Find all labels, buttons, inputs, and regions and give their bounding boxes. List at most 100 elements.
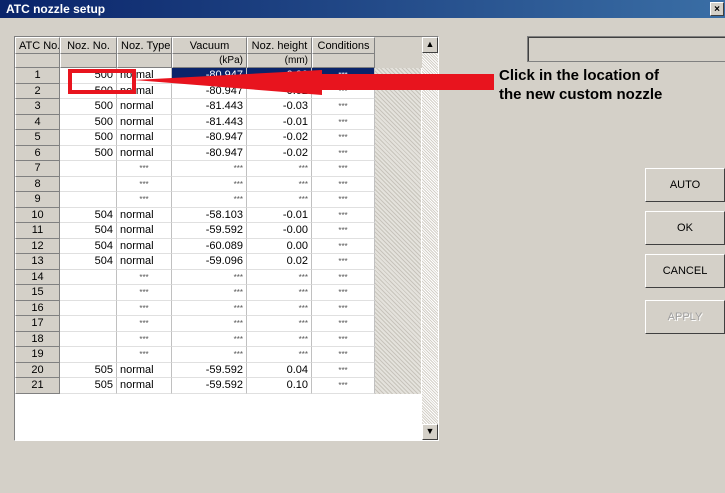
conditions-cell[interactable]: *** — [312, 83, 375, 99]
conditions-cell[interactable]: *** — [312, 223, 375, 239]
table-row[interactable]: 17 *** *** *** *** — [15, 316, 438, 332]
vacuum-cell[interactable]: *** — [172, 316, 247, 332]
table-row[interactable]: 1 500 normal -80.947 0.00 *** — [15, 68, 438, 84]
vacuum-cell[interactable]: -59.096 — [172, 254, 247, 270]
noz-no-cell[interactable]: 505 — [60, 378, 117, 394]
header-conditions[interactable]: Conditions — [312, 37, 375, 54]
noz-type-cell[interactable]: normal — [117, 254, 172, 270]
atc-no-cell[interactable]: 5 — [15, 130, 60, 146]
noz-height-cell[interactable]: 0.00 — [247, 68, 312, 84]
atc-no-cell[interactable]: 1 — [15, 68, 60, 84]
conditions-cell[interactable]: *** — [312, 362, 375, 378]
noz-height-cell[interactable]: -0.02 — [247, 145, 312, 161]
noz-type-cell[interactable]: normal — [117, 130, 172, 146]
conditions-cell[interactable]: *** — [312, 99, 375, 115]
atc-no-cell[interactable]: 11 — [15, 223, 60, 239]
atc-no-cell[interactable]: 17 — [15, 316, 60, 332]
atc-no-cell[interactable]: 4 — [15, 114, 60, 130]
table-row[interactable]: 3 500 normal -81.443 -0.03 *** — [15, 99, 438, 115]
conditions-cell[interactable]: *** — [312, 285, 375, 301]
atc-no-cell[interactable]: 2 — [15, 83, 60, 99]
noz-height-cell[interactable]: *** — [247, 300, 312, 316]
atc-no-cell[interactable]: 7 — [15, 161, 60, 177]
table-row[interactable]: 9 *** *** *** *** — [15, 192, 438, 208]
noz-no-cell[interactable] — [60, 192, 117, 208]
noz-no-cell[interactable]: 504 — [60, 223, 117, 239]
auto-button[interactable]: AUTO — [645, 168, 725, 202]
vacuum-cell[interactable]: -59.592 — [172, 362, 247, 378]
atc-no-cell[interactable]: 13 — [15, 254, 60, 270]
atc-no-cell[interactable]: 8 — [15, 176, 60, 192]
noz-no-cell[interactable]: 500 — [60, 83, 117, 99]
noz-no-cell[interactable]: 504 — [60, 207, 117, 223]
atc-no-cell[interactable]: 14 — [15, 269, 60, 285]
noz-no-cell[interactable] — [60, 285, 117, 301]
noz-height-cell[interactable]: -0.02 — [247, 83, 312, 99]
conditions-cell[interactable]: *** — [312, 254, 375, 270]
noz-no-cell[interactable]: 505 — [60, 362, 117, 378]
conditions-cell[interactable]: *** — [312, 207, 375, 223]
conditions-cell[interactable]: *** — [312, 68, 375, 84]
conditions-cell[interactable]: *** — [312, 238, 375, 254]
header-atc-no[interactable]: ATC No. — [15, 37, 60, 54]
table-row[interactable]: 21 505 normal -59.592 0.10 *** — [15, 378, 438, 394]
noz-no-cell[interactable] — [60, 347, 117, 363]
conditions-cell[interactable]: *** — [312, 130, 375, 146]
close-icon[interactable]: × — [710, 2, 724, 16]
table-row[interactable]: 10 504 normal -58.103 -0.01 *** — [15, 207, 438, 223]
vacuum-cell[interactable]: -58.103 — [172, 207, 247, 223]
table-row[interactable]: 18 *** *** *** *** — [15, 331, 438, 347]
atc-no-cell[interactable]: 19 — [15, 347, 60, 363]
table-row[interactable]: 11 504 normal -59.592 -0.00 *** — [15, 223, 438, 239]
noz-type-cell[interactable]: *** — [117, 161, 172, 177]
header-noz-height[interactable]: Noz. height — [247, 37, 312, 54]
table-row[interactable]: 19 *** *** *** *** — [15, 347, 438, 363]
noz-no-cell[interactable] — [60, 300, 117, 316]
noz-type-cell[interactable]: *** — [117, 269, 172, 285]
vacuum-cell[interactable]: -81.443 — [172, 114, 247, 130]
noz-height-cell[interactable]: 0.00 — [247, 238, 312, 254]
noz-type-cell[interactable]: normal — [117, 362, 172, 378]
noz-height-cell[interactable]: *** — [247, 176, 312, 192]
conditions-cell[interactable]: *** — [312, 316, 375, 332]
noz-type-cell[interactable]: normal — [117, 83, 172, 99]
conditions-cell[interactable]: *** — [312, 331, 375, 347]
vacuum-cell[interactable]: *** — [172, 300, 247, 316]
atc-no-cell[interactable]: 10 — [15, 207, 60, 223]
conditions-cell[interactable]: *** — [312, 300, 375, 316]
table-row[interactable]: 14 *** *** *** *** — [15, 269, 438, 285]
scroll-up-icon[interactable]: ▲ — [422, 37, 438, 53]
noz-type-cell[interactable]: normal — [117, 68, 172, 84]
conditions-cell[interactable]: *** — [312, 114, 375, 130]
table-row[interactable]: 5 500 normal -80.947 -0.02 *** — [15, 130, 438, 146]
atc-no-cell[interactable]: 15 — [15, 285, 60, 301]
table-row[interactable]: 12 504 normal -60.089 0.00 *** — [15, 238, 438, 254]
header-noz-type[interactable]: Noz. Type — [117, 37, 172, 54]
noz-type-cell[interactable]: normal — [117, 238, 172, 254]
vacuum-cell[interactable]: -60.089 — [172, 238, 247, 254]
noz-type-cell[interactable]: *** — [117, 176, 172, 192]
noz-no-cell[interactable] — [60, 331, 117, 347]
vacuum-cell[interactable]: -59.592 — [172, 378, 247, 394]
noz-type-cell[interactable]: normal — [117, 114, 172, 130]
noz-type-cell[interactable]: *** — [117, 331, 172, 347]
conditions-cell[interactable]: *** — [312, 378, 375, 394]
noz-no-cell[interactable] — [60, 316, 117, 332]
vacuum-cell[interactable]: *** — [172, 269, 247, 285]
noz-height-cell[interactable]: 0.10 — [247, 378, 312, 394]
conditions-cell[interactable]: *** — [312, 347, 375, 363]
noz-no-cell[interactable]: 504 — [60, 254, 117, 270]
table-row[interactable]: 7 *** *** *** *** — [15, 161, 438, 177]
table-row[interactable]: 6 500 normal -80.947 -0.02 *** — [15, 145, 438, 161]
vacuum-cell[interactable]: -81.443 — [172, 99, 247, 115]
noz-height-cell[interactable]: *** — [247, 347, 312, 363]
table-row[interactable]: 13 504 normal -59.096 0.02 *** — [15, 254, 438, 270]
noz-height-cell[interactable]: -0.01 — [247, 207, 312, 223]
header-vacuum[interactable]: Vacuum — [172, 37, 247, 54]
atc-no-cell[interactable]: 12 — [15, 238, 60, 254]
vacuum-cell[interactable]: *** — [172, 285, 247, 301]
vacuum-cell[interactable]: *** — [172, 347, 247, 363]
atc-no-cell[interactable]: 6 — [15, 145, 60, 161]
noz-no-cell[interactable]: 504 — [60, 238, 117, 254]
noz-no-cell[interactable]: 500 — [60, 145, 117, 161]
